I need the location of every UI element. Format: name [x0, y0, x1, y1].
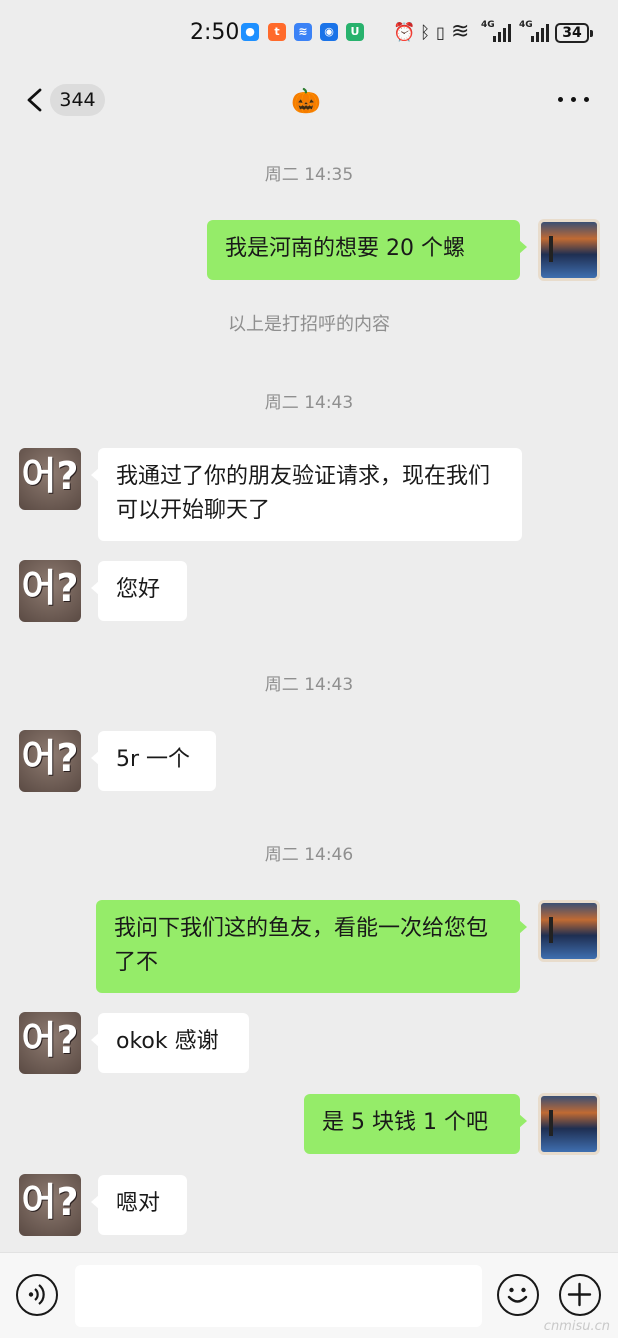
more-options-icon[interactable] — [558, 97, 590, 105]
message-icon: ● — [241, 23, 259, 41]
contact-avatar[interactable]: 어? — [19, 560, 81, 622]
my-avatar[interactable] — [538, 219, 600, 281]
voice-app-icon: ≋ — [294, 23, 312, 41]
status-bar: 2:50 ● t ≋ ◉ U ⏰ ᛒ ▯ ≋ 4G 4G 34 — [0, 0, 618, 66]
outgoing-message[interactable]: 是 5 块钱 1 个吧 — [304, 1094, 527, 1154]
bluetooth-icon: ᛒ — [420, 23, 431, 43]
emoji-icon[interactable] — [497, 1274, 539, 1316]
battery-icon: 34 — [555, 23, 593, 43]
system-notice: 以上是打招呼的内容 — [228, 314, 390, 335]
outgoing-message[interactable]: 我是河南的想要 20 个螺 — [207, 220, 527, 280]
alarm-icon: ⏰ — [393, 22, 416, 43]
signal-icon: 4G — [519, 20, 549, 42]
my-avatar[interactable] — [538, 900, 600, 962]
message-input[interactable] — [75, 1265, 482, 1327]
incoming-message[interactable]: 嗯对 — [91, 1175, 187, 1235]
timestamp: 周二 14:43 — [264, 393, 354, 413]
bot-icon: ◉ — [320, 23, 338, 41]
status-time: 2:50 — [190, 20, 240, 45]
contact-avatar[interactable]: 어? — [19, 730, 81, 792]
incoming-message[interactable]: 您好 — [91, 561, 187, 621]
input-bar: cnmisu.cn — [0, 1252, 618, 1338]
taobao-icon: t — [268, 23, 286, 41]
voice-icon[interactable] — [16, 1274, 58, 1316]
timestamp: 周二 14:46 — [264, 845, 354, 865]
mi-icon: U — [346, 23, 364, 41]
incoming-message[interactable]: okok 感谢 — [91, 1013, 249, 1073]
plus-icon[interactable] — [559, 1274, 601, 1316]
vibrate-icon: ▯ — [436, 23, 445, 42]
contact-avatar[interactable]: 어? — [19, 1174, 81, 1236]
outgoing-message[interactable]: 我问下我们这的鱼友，看能一次给您包了不 — [96, 900, 527, 993]
timestamp: 周二 14:43 — [264, 675, 354, 695]
my-avatar[interactable] — [538, 1093, 600, 1155]
wifi-icon: ≋ — [451, 19, 470, 44]
timestamp: 周二 14:35 — [264, 165, 354, 185]
incoming-message[interactable]: 5r 一个 — [91, 731, 216, 791]
contact-avatar[interactable]: 어? — [19, 448, 81, 510]
unread-count-badge[interactable]: 344 — [50, 84, 105, 116]
chat-title-emoji: 🎃 — [291, 87, 321, 115]
watermark: cnmisu.cn — [543, 1319, 610, 1334]
back-chevron-icon[interactable] — [24, 88, 46, 112]
incoming-message[interactable]: 我通过了你的朋友验证请求，现在我们可以开始聊天了 — [91, 448, 522, 541]
contact-avatar[interactable]: 어? — [19, 1012, 81, 1074]
signal-icon: 4G — [481, 20, 511, 42]
